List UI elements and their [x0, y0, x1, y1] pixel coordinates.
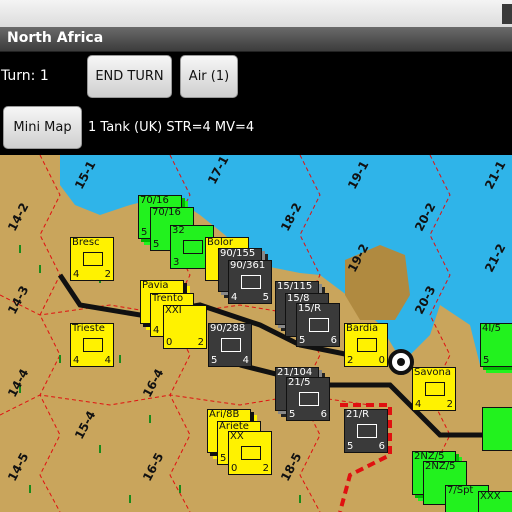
unit-movement: 0	[378, 355, 385, 366]
unit-name: Bolor	[207, 237, 233, 248]
unit-name: Trento	[152, 293, 184, 304]
unit-strength: 4	[415, 399, 422, 410]
armor-symbol-icon	[309, 318, 329, 332]
motorized-symbol-icon	[83, 338, 103, 352]
unit-movement: 6	[320, 409, 327, 420]
unit-counter[interactable]: 15/R 5 6	[296, 303, 340, 347]
unit-strength: 2	[347, 355, 354, 366]
unit-strength: 4	[153, 325, 160, 336]
unit-name: 21/5	[288, 377, 311, 388]
unit-name: XXX	[480, 491, 501, 502]
unit-name: Pavia	[142, 280, 169, 291]
unit-name: 90/361	[230, 260, 266, 271]
unit-counter[interactable]: 90/288 5 4	[208, 323, 252, 367]
minimap-button[interactable]: Mini Map	[3, 106, 82, 149]
unit-strength: 4	[73, 355, 80, 366]
unit-counter[interactable]: 4I/5 5	[480, 323, 512, 367]
armor-symbol-icon	[357, 424, 377, 438]
unit-movement: 2	[104, 269, 111, 280]
unit-strength: 5	[299, 335, 306, 346]
unit-strength: 5	[220, 453, 227, 464]
unit-name: 7/Spt	[447, 485, 474, 496]
armor-symbol-icon	[183, 240, 203, 254]
game-map[interactable]: 15-1 17-1 19-1 21-1 14-2 18-2 20-2 19-2 …	[0, 155, 512, 512]
unit-name: Ari/8B	[209, 409, 240, 420]
infantry-symbol-icon	[221, 338, 241, 352]
unit-strength: 5	[347, 441, 354, 452]
unit-movement: 6	[330, 335, 337, 346]
unit-name: 2NZ/5	[425, 461, 456, 472]
motorized-symbol-icon	[241, 275, 261, 289]
unit-strength: 4	[231, 292, 238, 303]
infantry-symbol-icon	[425, 382, 445, 396]
unit-strength: 4	[73, 269, 80, 280]
unit-name: 15/R	[298, 303, 322, 314]
turn-label: Turn: 1	[1, 68, 49, 84]
unit-counter[interactable]: XX 0 2	[228, 431, 272, 475]
unit-counter[interactable]: 21/5 5 6	[286, 377, 330, 421]
unit-movement: 2	[446, 399, 453, 410]
unit-counter[interactable]: XXX	[478, 491, 512, 512]
unit-name: Savona	[414, 367, 451, 378]
unit-name: 21/R	[346, 409, 370, 420]
unit-strength: 5	[141, 227, 148, 238]
unit-movement: 2	[262, 463, 269, 474]
end-turn-button[interactable]: END TURN	[87, 55, 172, 98]
unit-movement: 4	[104, 355, 111, 366]
motorized-symbol-icon	[241, 446, 261, 460]
infantry-symbol-icon	[83, 252, 103, 266]
unit-counter[interactable]: 21/R 5 6	[344, 409, 388, 453]
unit-strength: 5	[289, 409, 296, 420]
unit-movement: 4	[242, 355, 249, 366]
unit-counter[interactable]: XXI 0 2	[163, 305, 207, 349]
unit-counter[interactable]: Bardia 2 0	[344, 323, 388, 367]
unit-strength: 5	[153, 239, 160, 250]
unit-strength: 0	[231, 463, 238, 474]
unit-movement: 5	[262, 292, 269, 303]
unit-counter[interactable]: 90/361 4 5	[228, 260, 272, 304]
unit-counter[interactable]: Trieste 4 4	[70, 323, 114, 367]
unit-counter[interactable]: Bresc 4 2	[70, 237, 114, 281]
air-button[interactable]: Air (1)	[180, 55, 238, 98]
unit-name: 70/16	[152, 207, 181, 218]
unit-name: 15/115	[277, 281, 313, 292]
unit-name: XXI	[165, 305, 182, 316]
unit-strength: 3	[173, 257, 180, 268]
unit-strength: 5	[211, 355, 218, 366]
unit-name: Bresc	[72, 237, 100, 248]
unit-name: 32	[172, 225, 185, 236]
armor-symbol-icon	[299, 392, 319, 406]
title-bar: North Africa	[0, 27, 512, 52]
unit-name: 70/16	[140, 195, 169, 206]
unit-name: 90/155	[220, 248, 256, 259]
unit-strength: 0	[166, 337, 173, 348]
motorized-symbol-icon	[357, 338, 377, 352]
unit-name: 90/288	[210, 323, 246, 334]
status-bar	[0, 0, 512, 27]
unit-name: XX	[230, 431, 244, 442]
unit-name: 4I/5	[482, 323, 502, 334]
unit-strength: 5	[483, 355, 490, 366]
app-title: North Africa	[7, 30, 104, 46]
unit-counter[interactable]: Savona 4 2	[412, 367, 456, 411]
status-edge	[502, 4, 512, 24]
toolbar: Turn: 1 END TURN Air (1) Mini Map 1 Tank…	[0, 52, 512, 155]
unit-name: Trieste	[72, 323, 105, 334]
unit-name: Bardia	[346, 323, 379, 334]
unit-counter[interactable]	[482, 407, 512, 451]
selected-unit-info: 1 Tank (UK) STR=4 MV=4	[88, 120, 255, 135]
unit-movement: 2	[197, 337, 204, 348]
unit-movement: 6	[378, 441, 385, 452]
